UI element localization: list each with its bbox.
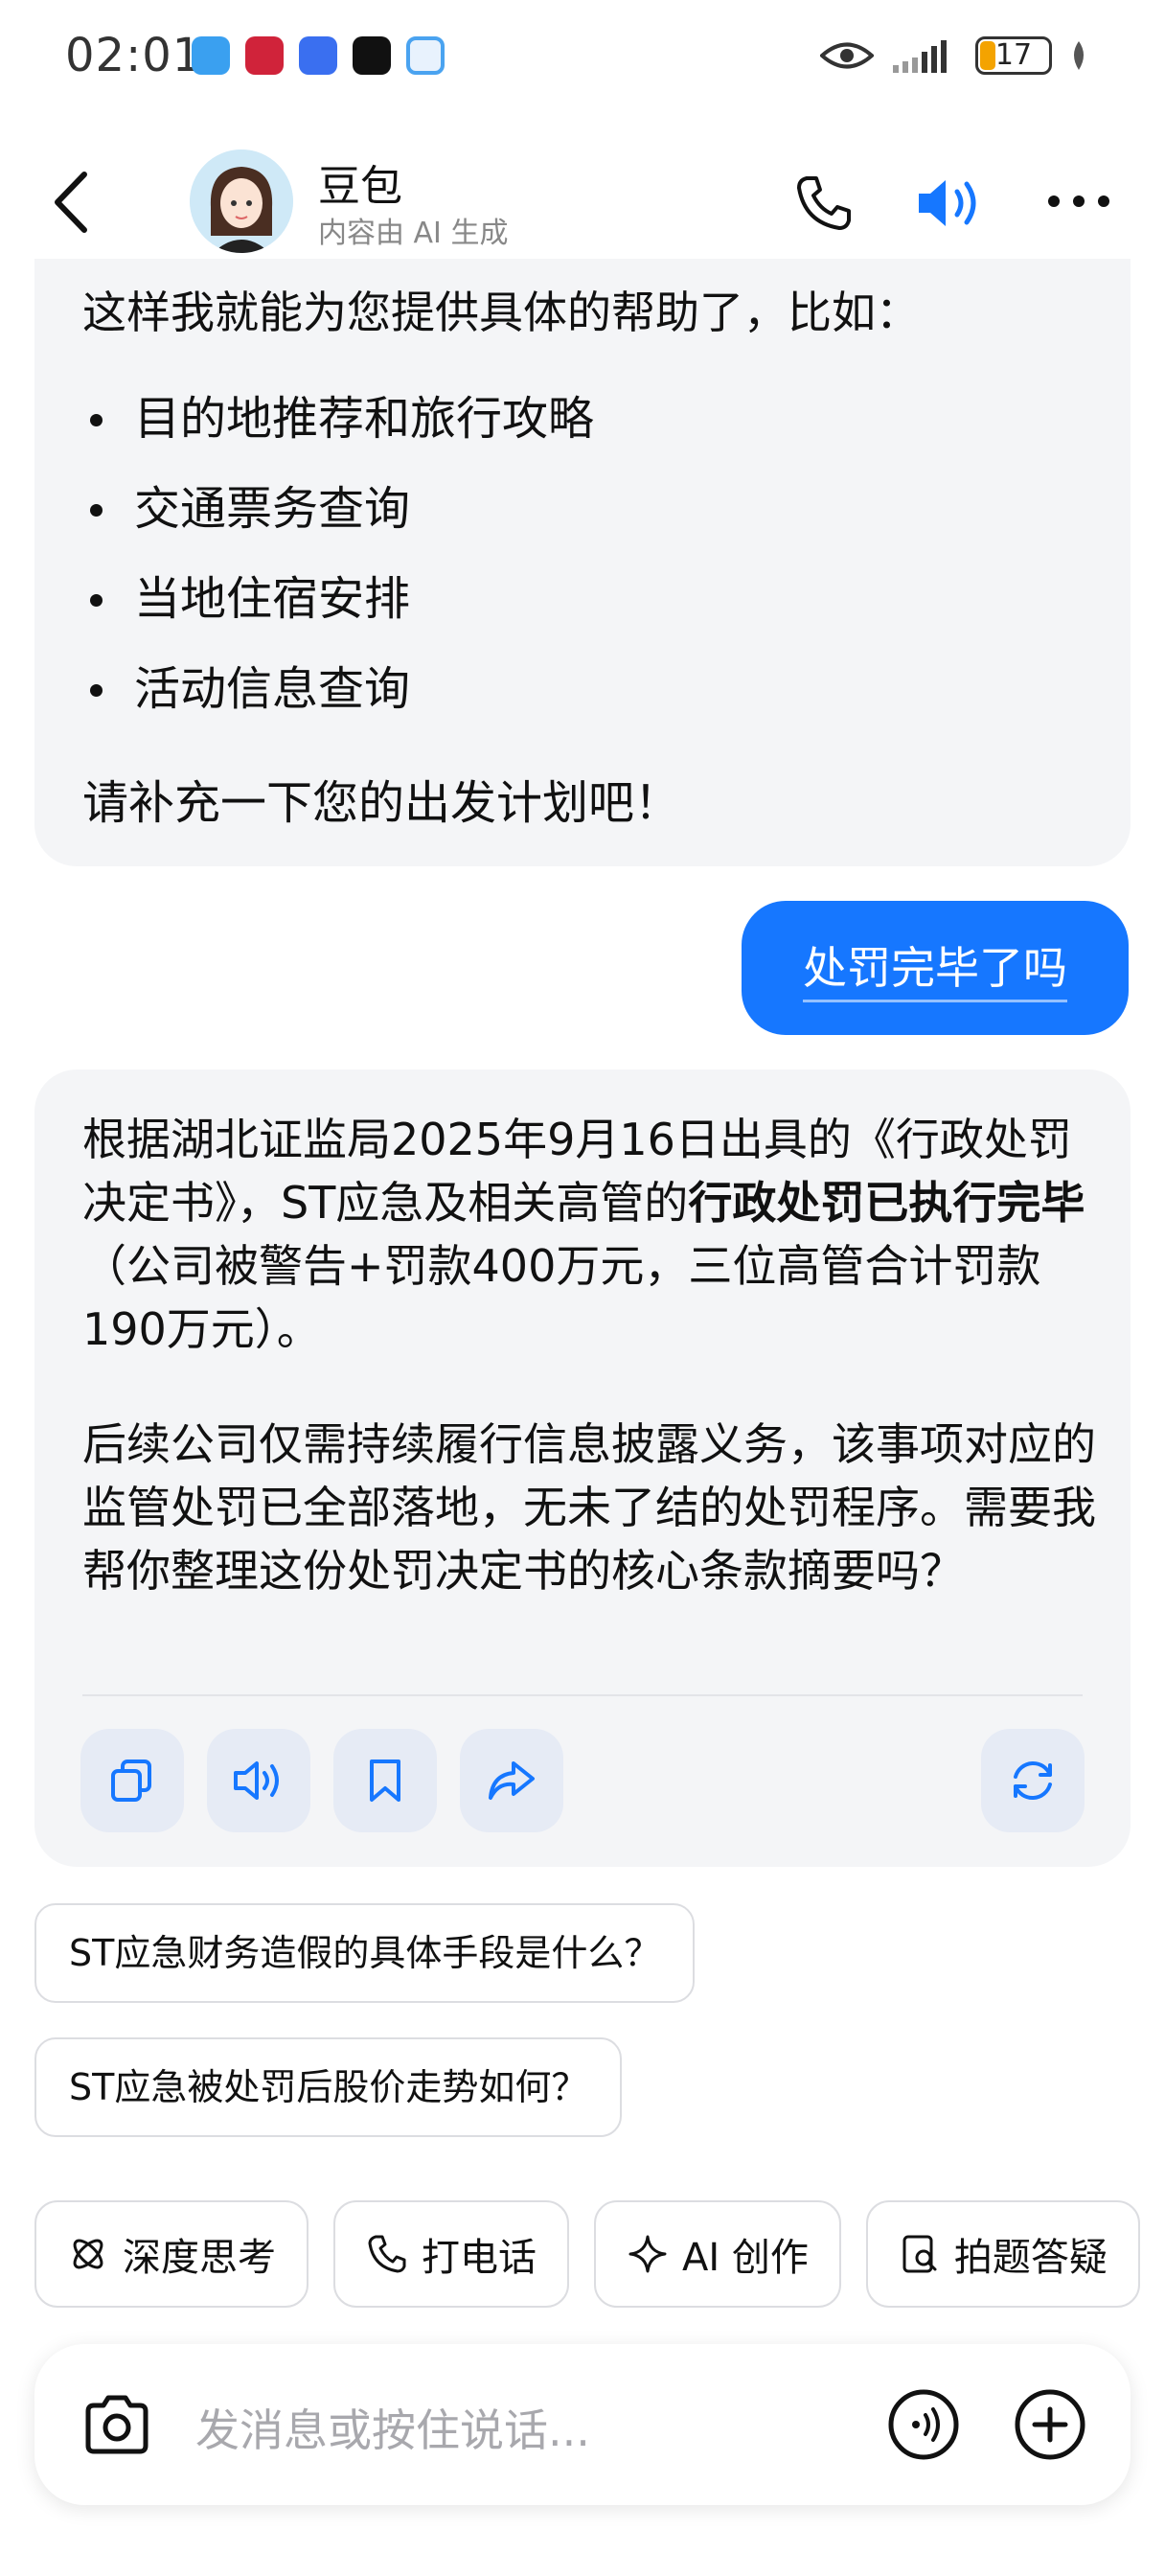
share-button[interactable]: [460, 1729, 563, 1832]
copy-icon: [111, 1760, 151, 1802]
chip-label: 拍题答疑: [953, 2236, 1108, 2280]
speaker-icon: [234, 1761, 279, 1800]
more-icon[interactable]: [1044, 190, 1113, 213]
signal-icon: [893, 40, 947, 73]
copy-button[interactable]: [80, 1729, 184, 1832]
message-ask: 请补充一下您的出发计划吧！: [82, 776, 681, 830]
cloud-app-icon: [406, 36, 445, 75]
divider: [82, 1694, 1083, 1696]
message-intro: 这样我就能为您提供具体的帮助了，比如：: [82, 287, 920, 338]
chip-label: AI 创作: [682, 2236, 809, 2280]
user-message-bubble[interactable]: 处罚完毕了吗: [742, 901, 1129, 1035]
share-icon: [489, 1761, 535, 1800]
bookmark-icon: [370, 1760, 400, 1802]
chat-subtitle: 内容由 AI 生成: [318, 217, 509, 250]
question-scan-icon: [902, 2235, 937, 2273]
chip-label: 深度思考: [123, 2236, 276, 2280]
back-icon[interactable]: [46, 169, 100, 236]
blue-app-icon: [299, 36, 337, 75]
capcut-app-icon: [353, 36, 391, 75]
phone-icon: [368, 2235, 406, 2273]
status-time: 02:01: [65, 29, 203, 82]
feature-chips: 深度思考 打电话 AI 创作 拍题答疑: [34, 2200, 1140, 2308]
refresh-icon: [1014, 1761, 1052, 1800]
speaker-icon[interactable]: [915, 172, 986, 234]
status-app-icons: [192, 36, 445, 75]
ai-message-bubble: 根据湖北证监局2025年9月16日出具的《行政处罚决定书》，ST应急及相关高管的…: [34, 1070, 1131, 1867]
chat-header: 豆包 内容由 AI 生成: [0, 134, 1165, 268]
plus-icon[interactable]: [1014, 2388, 1086, 2461]
ai-message-bubble: 这样我就能为您提供具体的帮助了，比如： 目的地推荐和旅行攻略 交通票务查询 当地…: [34, 259, 1131, 866]
message-paragraph: 根据湖北证监局2025年9月16日出具的《行政处罚决定书》，ST应急及相关高管的…: [82, 1108, 1098, 1361]
list-item: 当地住宿安排: [82, 554, 594, 644]
chip-label: 打电话: [422, 2236, 537, 2280]
atom-icon: [73, 2239, 103, 2269]
regenerate-button[interactable]: [981, 1729, 1085, 1832]
list-item: 目的地推荐和旅行攻略: [82, 374, 594, 464]
chip-ai-creation[interactable]: AI 创作: [594, 2200, 841, 2308]
message-input-bar: 发消息或按住说话...: [34, 2344, 1131, 2505]
suggested-question[interactable]: ST应急被处罚后股价走势如何？: [34, 2037, 623, 2137]
camera-icon[interactable]: [80, 2388, 153, 2461]
eye-icon: [820, 42, 874, 69]
suggested-question[interactable]: ST应急财务造假的具体手段是什么？: [34, 1903, 696, 2003]
message-app-icon: [192, 36, 230, 75]
avatar[interactable]: [190, 150, 293, 253]
chat-title: 豆包: [318, 162, 402, 211]
status-bar: 02:01 17: [0, 0, 1165, 115]
phone-icon[interactable]: [793, 172, 855, 234]
bookmark-button[interactable]: [333, 1729, 437, 1832]
paragraph-text: （公司被警告+罚款400万元，三位高管合计罚款190万元）。: [82, 1240, 1041, 1355]
sparkle-icon: [628, 2235, 667, 2273]
battery-icon: 17: [975, 36, 1052, 75]
battery-level: 17: [994, 38, 1033, 72]
read-aloud-button[interactable]: [207, 1729, 310, 1832]
user-message-text: 处罚完毕了吗: [803, 942, 1067, 1002]
leaf-icon: [1074, 41, 1084, 70]
bold-text: 行政处罚已执行完毕: [688, 1177, 1085, 1229]
list-item: 活动信息查询: [82, 644, 594, 734]
chip-photo-qa[interactable]: 拍题答疑: [865, 2200, 1140, 2308]
chip-phone-call[interactable]: 打电话: [333, 2200, 569, 2308]
voice-icon[interactable]: [887, 2388, 960, 2461]
message-input[interactable]: 发消息或按住说话...: [195, 2396, 590, 2459]
suggestion-list: 目的地推荐和旅行攻略 交通票务查询 当地住宿安排 活动信息查询: [82, 374, 594, 734]
message-paragraph: 后续公司仅需持续履行信息披露义务，该事项对应的监管处罚已全部落地，无未了结的处罚…: [82, 1418, 1096, 1597]
chip-deep-thinking[interactable]: 深度思考: [34, 2200, 308, 2308]
status-right: 17: [820, 36, 1088, 75]
bank-app-icon: [245, 36, 284, 75]
list-item: 交通票务查询: [82, 464, 594, 554]
